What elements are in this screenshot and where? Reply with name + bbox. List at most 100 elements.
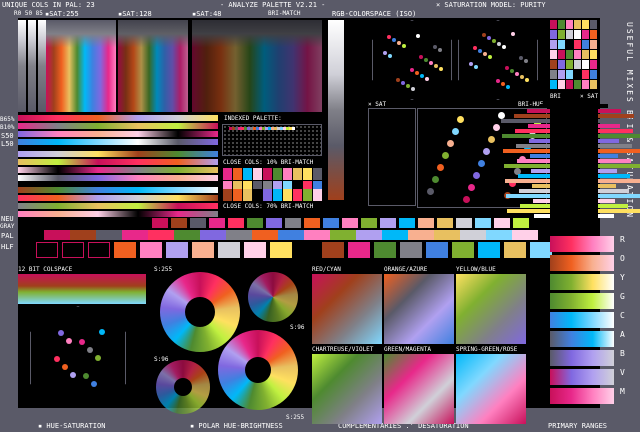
mix-swatch xyxy=(582,40,589,49)
hlf-swatch xyxy=(114,242,136,258)
rgb-point xyxy=(497,42,501,46)
mix-swatch xyxy=(574,60,581,69)
neutral-swatch xyxy=(285,218,301,228)
pal-swatch xyxy=(200,230,226,240)
rgb-point xyxy=(416,34,420,38)
bri-bar xyxy=(505,179,550,183)
hlf-swatch xyxy=(192,242,214,258)
close-col-70 xyxy=(303,189,312,201)
sat-255-label: ▪SAT:255 xyxy=(45,10,79,18)
complementary-panel xyxy=(456,354,526,424)
pal-swatch xyxy=(174,230,200,240)
gray-label: GRAY xyxy=(0,223,15,230)
bri-bar xyxy=(514,114,550,118)
bri-bar xyxy=(501,119,550,123)
mix-swatch xyxy=(582,20,589,29)
close-col-70 xyxy=(233,189,242,201)
mix-swatch xyxy=(566,20,573,29)
rgb-point xyxy=(488,55,492,59)
sat-bar xyxy=(598,154,618,158)
bri-hue-point xyxy=(447,140,454,147)
polar-wheel-s255-b xyxy=(218,330,298,410)
hlf-swatch xyxy=(244,242,266,258)
mix-swatch xyxy=(590,60,597,69)
bri-bar xyxy=(528,124,550,128)
range-label-c: C xyxy=(620,311,625,320)
mix-swatch xyxy=(582,50,589,59)
mix-swatch xyxy=(558,80,565,89)
mix-swatch xyxy=(550,60,557,69)
s50-label: S50 xyxy=(1,132,14,140)
close-col-70 xyxy=(263,189,272,201)
primary-range-o xyxy=(550,255,614,271)
rgb-point xyxy=(525,78,529,82)
hue-point xyxy=(54,356,60,362)
bri-hue-point xyxy=(432,176,439,183)
mix-swatch xyxy=(582,30,589,39)
hue-point xyxy=(66,338,72,344)
mix-swatch xyxy=(574,30,581,39)
bri-hue-point xyxy=(478,160,485,167)
s255-title-b: S:255 xyxy=(286,414,305,421)
mode-selector[interactable]: R0 50 85 xyxy=(14,10,43,18)
complementary-panel xyxy=(384,274,454,344)
bri-hue-point xyxy=(437,164,444,171)
primary-range-b xyxy=(550,350,614,366)
hlf-swatch xyxy=(374,242,396,258)
indexed-palette-title: INDEXED PALETTE: xyxy=(224,115,282,122)
bri-bar xyxy=(517,159,550,163)
rgb-point xyxy=(501,82,505,86)
primary-range-y xyxy=(550,274,614,290)
hlf-swatch xyxy=(36,242,58,258)
sat-panel-2 xyxy=(192,20,322,112)
s96-title-b: S:96 xyxy=(154,356,169,363)
bri-hue-point xyxy=(463,196,470,203)
neutral-swatch xyxy=(342,218,358,228)
bri-bar xyxy=(534,214,550,218)
pal-swatch xyxy=(122,230,148,240)
mix-swatch xyxy=(566,40,573,49)
rgb-point xyxy=(524,59,528,63)
mix-swatch xyxy=(582,80,589,89)
rgb-point xyxy=(397,41,401,45)
bri-bar xyxy=(515,129,550,133)
rgb-point xyxy=(496,79,500,83)
mix-swatch xyxy=(590,40,597,49)
rgb-point xyxy=(434,64,438,68)
rgb-point xyxy=(439,67,443,71)
primary-range-g xyxy=(550,293,614,309)
bri-hue-point xyxy=(452,128,459,135)
neutral-swatch xyxy=(266,218,282,228)
complementary-panel xyxy=(384,354,454,424)
palette-bar xyxy=(18,167,218,173)
12bit-colspace xyxy=(18,274,146,304)
palette-bar xyxy=(18,195,218,201)
neutral-swatch xyxy=(361,218,377,228)
12bit-colspace-title: 12 BIT COLSPACE xyxy=(18,266,73,273)
neutral-swatch xyxy=(247,218,263,228)
primary-range-m xyxy=(550,388,614,404)
palette-bar xyxy=(18,151,218,157)
hlf-swatch xyxy=(140,242,162,258)
rgb-point xyxy=(424,58,428,62)
rgb-point xyxy=(410,68,414,72)
close-col-10 xyxy=(273,168,282,180)
hue-point xyxy=(79,339,85,345)
mix-swatch xyxy=(566,70,573,79)
neutral-swatch xyxy=(190,218,206,228)
range-label-v: V xyxy=(620,368,625,377)
rgb-point xyxy=(506,85,510,89)
sat-bar xyxy=(598,124,620,128)
saturation-model-toggle[interactable]: × SATURATION MODEL: PURITY xyxy=(436,1,546,9)
neutral-swatch xyxy=(475,218,491,228)
hue-point xyxy=(83,373,89,379)
primary-ranges-caption: PRIMARY RANGES xyxy=(548,422,608,430)
yellow-blue-title: YELLOW/BLUE xyxy=(456,266,496,273)
close-col-10 xyxy=(233,168,242,180)
close-col-10 xyxy=(313,168,322,180)
pal-swatch xyxy=(486,230,512,240)
neutral-swatch xyxy=(380,218,396,228)
pal-swatch xyxy=(252,230,278,240)
bri-match-column xyxy=(328,20,344,200)
pal-swatch xyxy=(226,230,252,240)
